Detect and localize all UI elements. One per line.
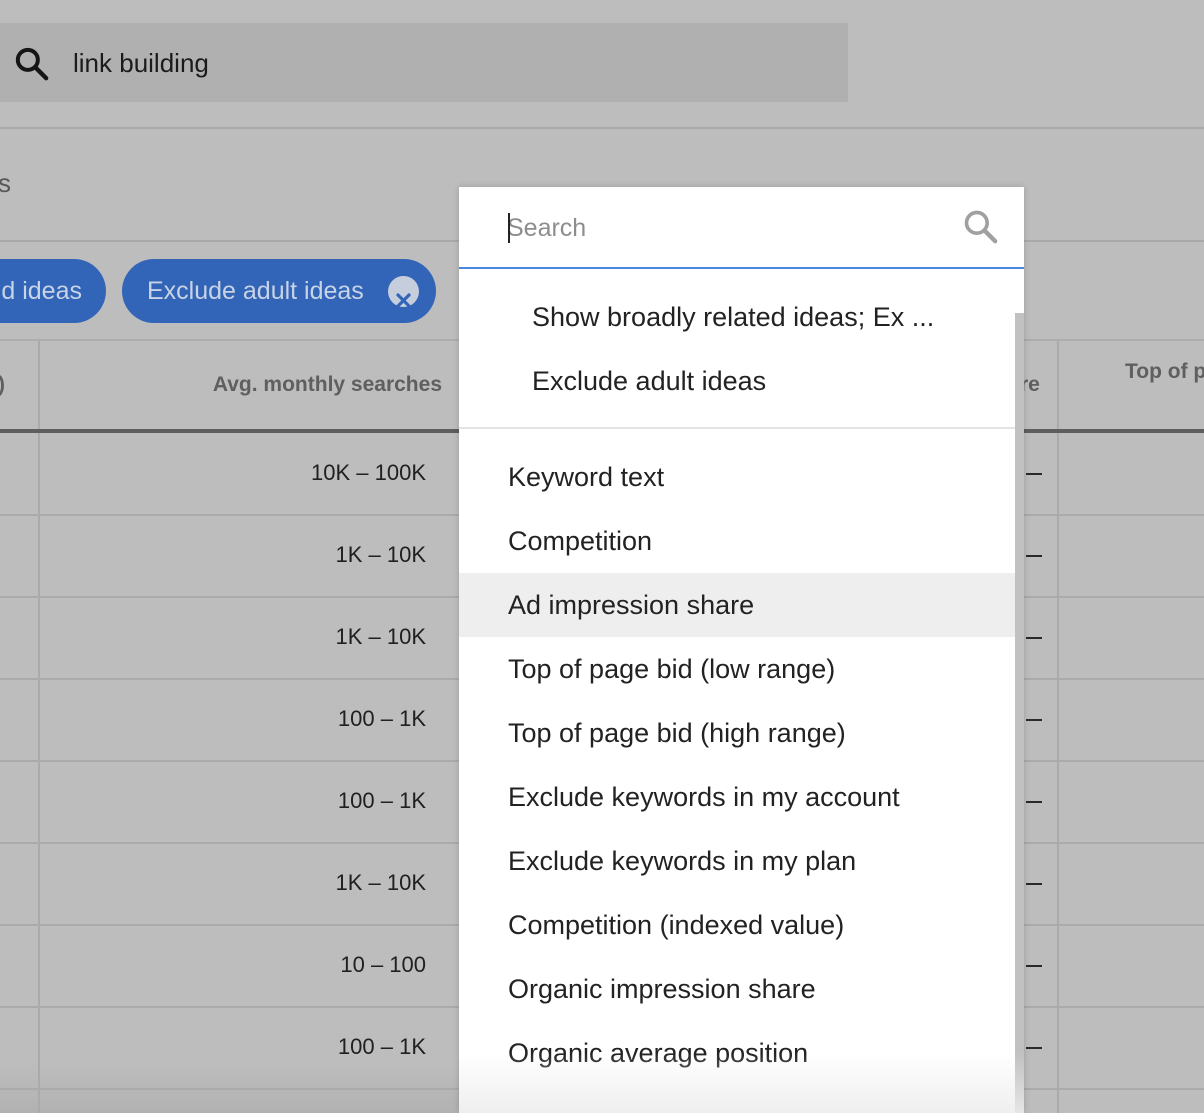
dropdown-scrollbar[interactable] (1015, 313, 1024, 1113)
cell-empty-dash (1026, 883, 1042, 885)
cell-avg-monthly-searches: 100 – 1K (337, 1034, 426, 1059)
cell-avg-monthly-searches: 1K – 10K (335, 624, 426, 649)
dropdown-item-column[interactable]: Competition (459, 509, 1015, 573)
dropdown-search-input[interactable] (507, 207, 947, 249)
cell-empty-dash (1026, 801, 1042, 803)
dropdown-item-column[interactable]: Organic average position (459, 1021, 1015, 1085)
filter-chip-label: Exclude adult ideas (147, 277, 364, 305)
cell-avg-monthly-searches: 10 – 100 (340, 952, 426, 977)
filter-chip-broadly-related[interactable]: d ideas (0, 259, 106, 323)
dropdown-item-column[interactable]: Organic impression share (459, 957, 1015, 1021)
dropdown-item-column[interactable]: Keyword text (459, 445, 1015, 509)
column-header-avg-monthly-searches[interactable]: Avg. monthly searches (213, 341, 442, 429)
dropdown-item-applied-filter[interactable]: Show broadly related ideas; Ex ... (459, 285, 1015, 349)
cell-empty-dash (1026, 555, 1042, 557)
search-icon[interactable] (961, 207, 1001, 247)
cell-empty-dash (1026, 719, 1042, 721)
cell-empty-dash (1026, 965, 1042, 967)
close-circle-icon[interactable] (388, 276, 419, 308)
cell-empty-dash (1026, 637, 1042, 639)
cell-empty-dash (1026, 1047, 1042, 1049)
filter-chip-exclude-adult[interactable]: Exclude adult ideas (122, 259, 436, 323)
keyword-search-bar[interactable]: link building (0, 23, 848, 102)
dropdown-search-field[interactable] (459, 187, 1024, 269)
cell-avg-monthly-searches: 1K – 10K (335, 542, 426, 567)
cell-avg-monthly-searches: 100 – 1K (337, 788, 426, 813)
dropdown-item-column[interactable]: Exclude keywords in my account (459, 765, 1015, 829)
cell-avg-monthly-searches: 100 – 1K (337, 706, 426, 731)
text-cursor (508, 213, 510, 243)
columns-dropdown: Show broadly related ideas; Ex ... Exclu… (459, 187, 1024, 1113)
column-header-partial[interactable]: ) (0, 341, 5, 429)
cell-avg-monthly-searches: 1K – 10K (335, 870, 426, 895)
cell-empty-dash (1026, 473, 1042, 475)
column-divider (1057, 341, 1059, 1113)
dropdown-item-column[interactable]: Ad impression share (459, 573, 1015, 637)
dropdown-divider (459, 427, 1015, 429)
cell-avg-monthly-searches: 10K – 100K (311, 460, 426, 485)
dropdown-item-applied-filter[interactable]: Exclude adult ideas (459, 349, 1015, 413)
divider (0, 127, 1204, 129)
section-label: s (0, 168, 11, 198)
search-icon (15, 47, 49, 81)
dropdown-item-column[interactable]: Top of page bid (high range) (459, 701, 1015, 765)
column-divider (38, 341, 40, 1113)
bottom-fade (0, 1063, 459, 1113)
dropdown-item-column[interactable]: Competition (indexed value) (459, 893, 1015, 957)
dropdown-item-column[interactable]: Exclude keywords in my plan (459, 829, 1015, 893)
filter-chip-label: d ideas (1, 277, 82, 305)
column-header-top-of-page-bid[interactable]: Top of p (1125, 328, 1204, 416)
search-query[interactable]: link building (73, 23, 209, 102)
dropdown-item-column[interactable]: Top of page bid (low range) (459, 637, 1015, 701)
